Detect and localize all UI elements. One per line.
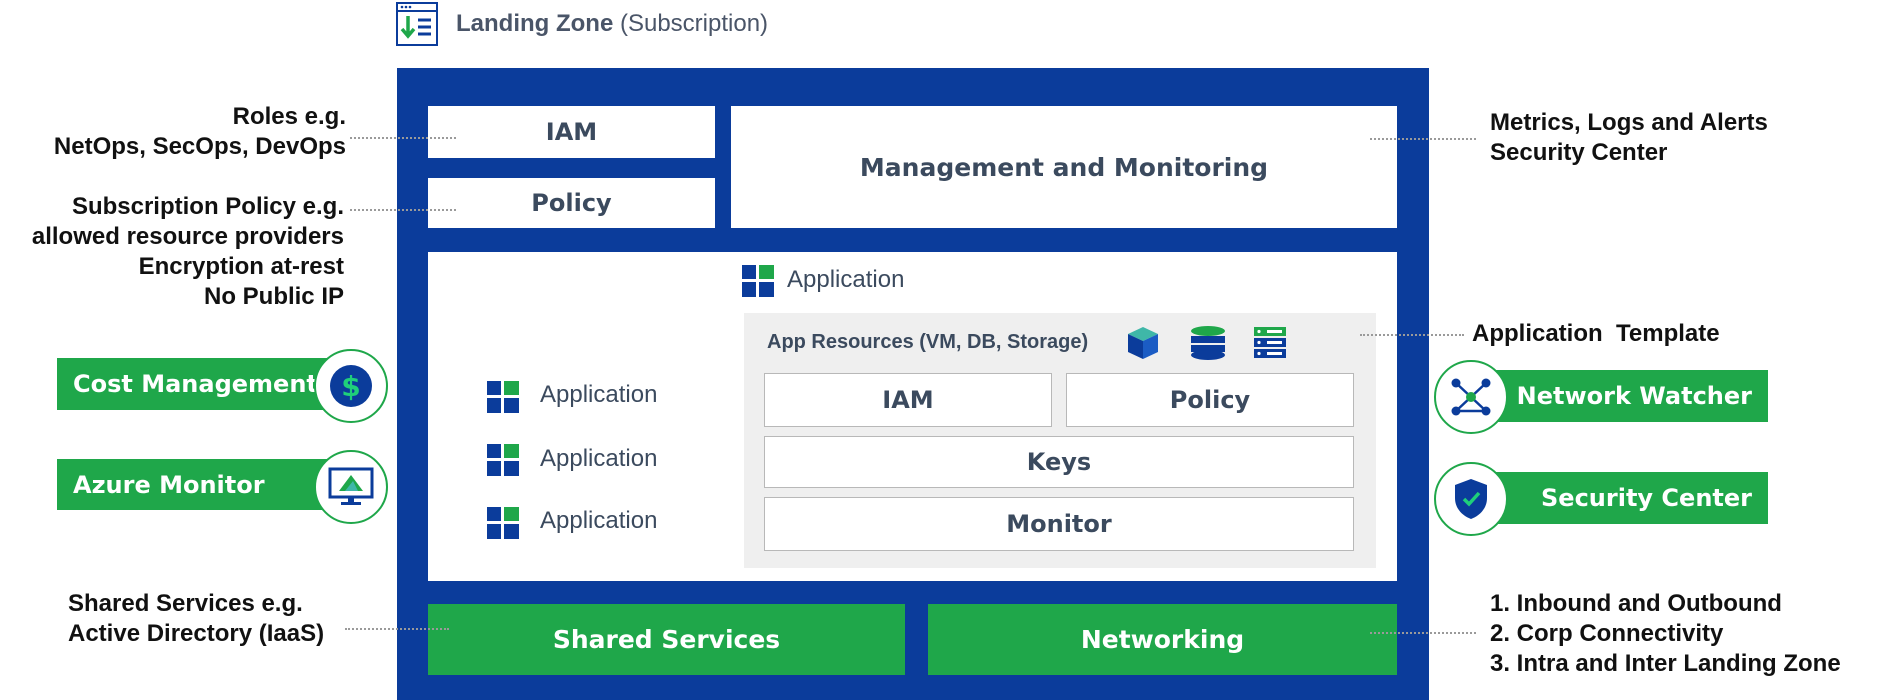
main-app-label: Application [787, 266, 905, 293]
side-app-label: Application [540, 445, 658, 472]
shared-services-note: Shared Services e.g. Active Directory (I… [68, 589, 324, 649]
network-icon [1448, 374, 1494, 420]
keys-box: Keys [764, 436, 1354, 488]
tool-label: Cost Management [73, 370, 318, 398]
management-monitoring-box: Management and Monitoring [731, 106, 1397, 228]
connector [345, 628, 449, 630]
tool-icon-circle [1434, 360, 1508, 434]
cube-icon [1126, 325, 1160, 361]
iam-box: IAM [428, 106, 715, 158]
tool-label: Network Watcher [1516, 382, 1752, 410]
note-line: 3. Intra and Inter Landing Zone [1490, 650, 1841, 677]
monitor-icon [328, 467, 374, 507]
side-app-label: Application [540, 507, 658, 534]
shared-services-bar: Shared Services [428, 604, 905, 675]
dollar-icon: $ [329, 364, 373, 408]
database-icon [1190, 326, 1226, 360]
inner-policy-box: Policy [1066, 373, 1354, 427]
networking-bar: Networking [928, 604, 1397, 675]
cost-management-tool: Cost Management [57, 358, 347, 410]
page-title: Landing Zone (Subscription) [456, 10, 768, 38]
policy-box: Policy [428, 178, 715, 228]
svg-text:$: $ [341, 370, 360, 403]
note-line: Shared Services e.g. [68, 590, 303, 617]
monitor-box: Monitor [764, 497, 1354, 551]
tool-label: Security Center [1541, 484, 1752, 512]
app-resources-label: App Resources (VM, DB, Storage) [767, 331, 1089, 353]
note-line: NetOps, SecOps, DevOps [53, 133, 346, 160]
networking-note: 1. Inbound and Outbound 2. Corp Connecti… [1490, 589, 1841, 679]
side-app-label: Application [540, 381, 658, 408]
connector [350, 209, 456, 211]
network-watcher-tool: Network Watcher [1475, 370, 1768, 422]
connector [1360, 334, 1464, 336]
shield-icon [1453, 478, 1489, 520]
note-line: Roles e.g. [232, 103, 346, 130]
policy-note: Subscription Policy e.g. allowed resourc… [32, 192, 344, 312]
note-line: Encryption at-rest [138, 253, 344, 280]
note-line: Subscription Policy e.g. [71, 193, 344, 220]
inner-iam-box: IAM [764, 373, 1052, 427]
tool-icon-circle [1434, 462, 1508, 536]
metrics-note: Metrics, Logs and Alerts Security Center [1490, 108, 1768, 168]
app-icon [487, 381, 519, 413]
note-line: 1. Inbound and Outbound [1490, 590, 1782, 617]
connector [1370, 632, 1476, 634]
title-text: Landing Zone [456, 10, 614, 37]
note-line: Metrics, Logs and Alerts [1490, 109, 1768, 136]
connector [1370, 138, 1476, 140]
note-line: No Public IP [203, 283, 344, 310]
azure-monitor-tool: Azure Monitor [57, 459, 347, 510]
tool-icon-circle: $ [314, 349, 388, 423]
landing-zone-icon [396, 2, 438, 46]
server-icon [1253, 326, 1287, 360]
note-line: allowed resource providers [31, 223, 344, 250]
note-line: Active Directory (IaaS) [68, 620, 325, 647]
roles-note: Roles e.g. NetOps, SecOps, DevOps [54, 102, 346, 162]
app-icon [742, 265, 774, 297]
note-line: Security Center [1490, 139, 1668, 166]
connector [350, 137, 456, 139]
app-icon [487, 507, 519, 539]
security-center-tool: Security Center [1475, 472, 1768, 524]
subtitle-text: (Subscription) [619, 10, 769, 37]
app-template-note: Application Template [1472, 320, 1720, 347]
app-icon [487, 444, 519, 476]
tool-label: Azure Monitor [73, 470, 265, 499]
note-line: 2. Corp Connectivity [1490, 620, 1724, 647]
tool-icon-circle [314, 450, 388, 524]
